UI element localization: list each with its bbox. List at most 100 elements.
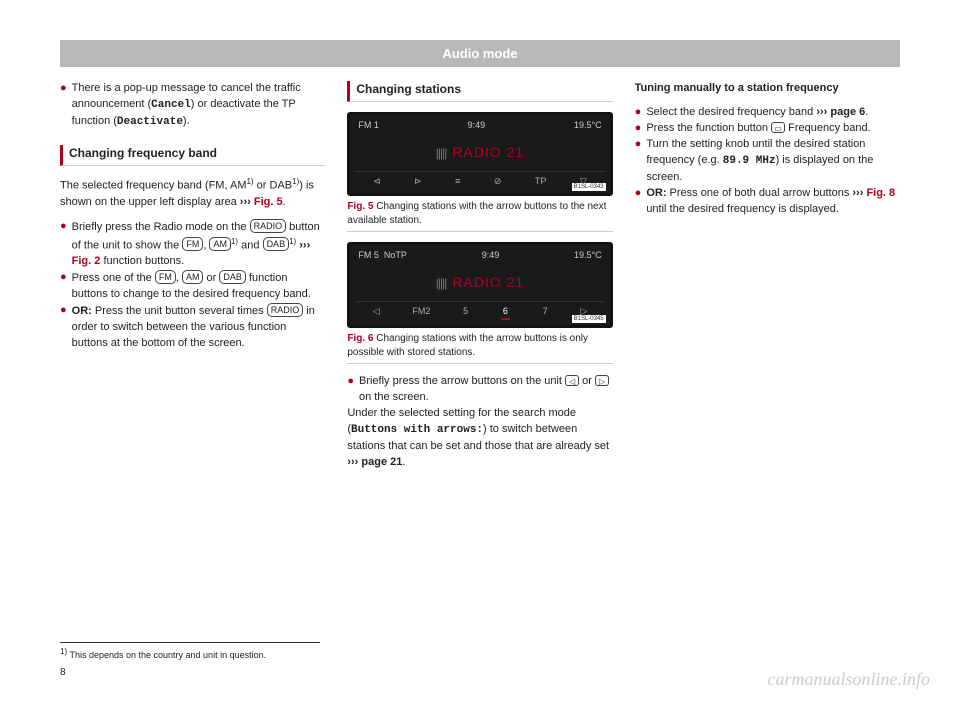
chevron-icon: ››› (240, 196, 251, 208)
fig5-caption: Fig. 5 Changing stations with the arrow … (347, 200, 612, 232)
text: on the screen. (359, 391, 429, 403)
radio-statusbar: FM 1 9:49 19.5°C (350, 115, 609, 136)
text: Press one of the (72, 272, 155, 284)
bullet-item: ● Briefly press the Radio mode on the RA… (60, 219, 325, 270)
text: Select the desired frequency band (646, 106, 816, 118)
band-group: FM 5 NoTP (358, 249, 407, 262)
bullet-dot: ● (60, 270, 67, 303)
text: or DAB (254, 180, 293, 192)
text: function buttons. (100, 255, 184, 267)
text: . (865, 106, 868, 118)
mono-setting: Buttons with arrows: (351, 424, 483, 436)
next-icon: ⊳ (414, 175, 422, 188)
chevron-icon: ››› (347, 456, 358, 468)
radio-display: ||||| RADIO 21 (350, 136, 609, 171)
preset-5: 5 (463, 305, 468, 320)
bullet-text: Select the desired frequency band ››› pa… (646, 105, 900, 121)
fig-ref: Fig. 2 (72, 255, 101, 267)
radio-screenshot-fig5: FM 1 9:49 19.5°C ||||| RADIO 21 ⊲ ⊳ ≡ ⊘ T… (347, 112, 612, 196)
chevron-icon: ››› (816, 106, 827, 118)
bullet-item: ● There is a pop-up message to cancel th… (60, 81, 325, 131)
fig-text: Changing stations with the arrow buttons… (347, 201, 606, 226)
footnote: 1) This depends on the country and unit … (60, 642, 320, 660)
text: Press one of both dual arrow buttons (666, 187, 852, 199)
bullet-dot: ● (635, 105, 642, 121)
column-3: Tuning manually to a station frequency ●… (635, 81, 900, 479)
radio-display: |||||RADIO 21 (350, 266, 609, 301)
page-ref: page 6 (830, 106, 865, 118)
list-icon: ≡ (455, 175, 460, 188)
text: ). (183, 115, 190, 127)
temperature: 19.5°C (574, 119, 602, 132)
band-label: FM 5 (358, 250, 379, 260)
radio-screenshot-fig6: FM 5 NoTP 9:49 19.5°C |||||RADIO 21 ◁ FM… (347, 242, 612, 328)
fig-ref: Fig. 5 (254, 196, 283, 208)
text: Briefly press the arrow buttons on the u… (359, 375, 565, 387)
tp-label: TP (535, 175, 547, 188)
bullet-dot: ● (60, 81, 67, 131)
chevron-icon: ››› (852, 187, 863, 199)
fig6-caption: Fig. 6 Changing stations with the arrow … (347, 332, 612, 364)
bullet-text: Briefly press the arrow buttons on the u… (359, 374, 613, 406)
mono-deactivate: Deactivate (117, 116, 183, 128)
subheading-tuning: Tuning manually to a station frequency (635, 81, 900, 97)
mono-frequency: 89.9 MHz (723, 155, 776, 167)
bullet-dot: ● (635, 186, 642, 218)
bullet-text: Briefly press the Radio mode on the RADI… (72, 219, 326, 270)
bullet-item: ● Press the function button ▭ Frequency … (635, 121, 900, 137)
dab-button-icon: DAB (219, 270, 246, 284)
left-arrow-button-icon: ◁ (565, 375, 579, 386)
band-label: FM 1 (358, 119, 379, 132)
chevron-icon: ››› (299, 239, 310, 251)
bullet-dot: ● (60, 303, 67, 352)
image-id: B1SL-0343 (572, 183, 606, 192)
preset-band: FM2 (412, 305, 430, 320)
right-arrow-button-icon: ▷ (595, 375, 609, 386)
fig-text: Changing stations with the arrow buttons… (347, 333, 588, 358)
manual-page: Audio mode ● There is a pop-up message t… (0, 0, 960, 708)
or-label: OR: (72, 305, 92, 317)
text: Press the function button (646, 122, 771, 134)
subheading-changing-stations: Changing stations (347, 81, 612, 102)
bullet-dot: ● (60, 219, 67, 270)
bullet-item: ● Briefly press the arrow buttons on the… (347, 374, 612, 406)
or-label: OR: (646, 187, 666, 199)
station-name: RADIO 21 (452, 144, 524, 160)
watermark: carmanualsonline.info (768, 669, 931, 690)
clock: 9:49 (482, 249, 500, 262)
fm-button-icon: FM (155, 270, 176, 284)
radio-softkeys: ⊲ ⊳ ≡ ⊘ TP ▽ (356, 171, 603, 191)
column-2: Changing stations FM 1 9:49 19.5°C |||||… (347, 81, 612, 479)
bullet-text: Press the function button ▭ Frequency ba… (646, 121, 900, 137)
fig-label: Fig. 5 (347, 201, 373, 212)
mute-icon: ⊘ (494, 175, 502, 188)
bullet-text: OR: Press one of both dual arrow buttons… (646, 186, 900, 218)
mono-cancel: Cancel (151, 99, 191, 111)
text: Frequency band. (785, 122, 871, 134)
footnote-text: This depends on the country and unit in … (67, 650, 266, 660)
text: and (238, 239, 262, 251)
text: Briefly press the Radio mode on the (72, 221, 250, 233)
column-1: ● There is a pop-up message to cancel th… (60, 81, 325, 479)
footnote-ref: 1) (246, 177, 253, 186)
signal-icon: ||||| (436, 146, 447, 160)
bullet-item: ● Select the desired frequency band ››› … (635, 105, 900, 121)
fig-ref: Fig. 8 (866, 187, 895, 199)
text: The selected frequency band (FM, AM (60, 180, 246, 192)
bullet-item: ● Press one of the FM, AM or DAB functio… (60, 270, 325, 303)
fm-button-icon: FM (182, 237, 203, 251)
notp-label: NoTP (384, 250, 407, 260)
prev-icon: ⊲ (373, 175, 381, 188)
bullet-text: OR: Press the unit button several times … (72, 303, 326, 352)
dab-button-icon: DAB (263, 237, 290, 251)
text: until the desired frequency is displayed… (646, 203, 839, 215)
section-header: Audio mode (60, 40, 900, 67)
bullet-item: ● OR: Press the unit button several time… (60, 303, 325, 352)
page-ref: page 21 (361, 456, 402, 468)
temperature: 19.5°C (574, 249, 602, 262)
am-button-icon: AM (182, 270, 204, 284)
bullet-text: There is a pop-up message to cancel the … (72, 81, 326, 131)
bullet-text: Press one of the FM, AM or DAB function … (72, 270, 326, 303)
bullet-dot: ● (635, 137, 642, 186)
bullet-text: Turn the setting knob until the desired … (646, 137, 900, 186)
